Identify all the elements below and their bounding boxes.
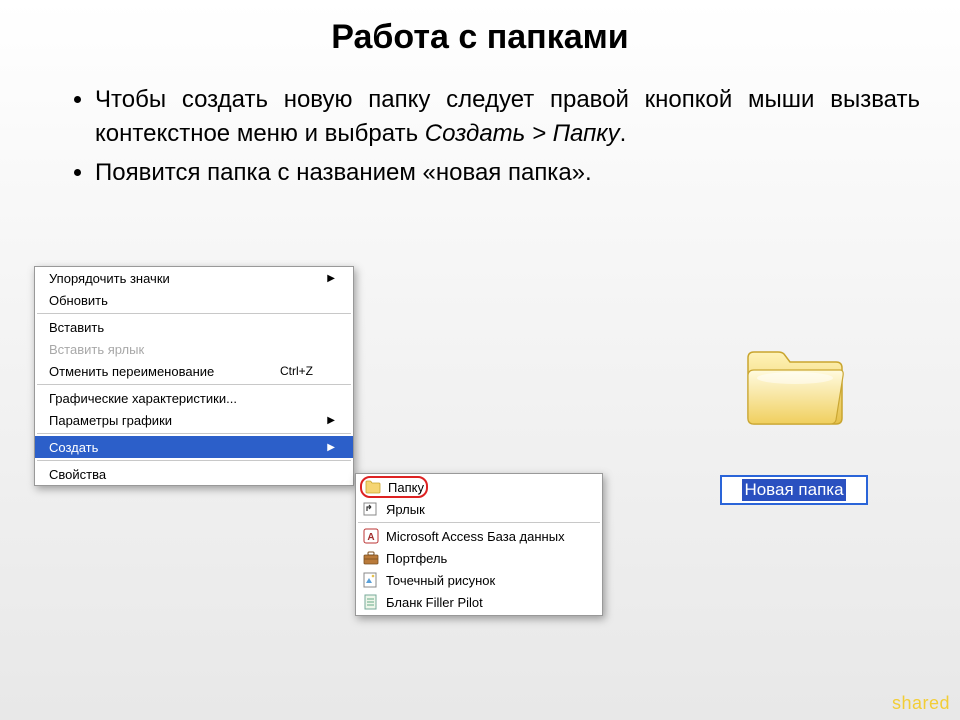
menu-item-label: Упорядочить значки xyxy=(49,271,170,286)
menu-item[interactable]: Упорядочить значки ▶ xyxy=(35,267,353,289)
submenu-arrow-icon: ▶ xyxy=(327,442,335,453)
menu-item-label: Параметры графики xyxy=(49,413,172,428)
submenu-arrow-icon: ▶ xyxy=(327,415,335,426)
menu-item[interactable]: Создать ▶ xyxy=(35,436,353,458)
submenu-item-label: Папку xyxy=(388,480,424,495)
menu-item-label: Графические характеристики... xyxy=(49,391,237,406)
submenu-item[interactable]: Бланк Filler Pilot xyxy=(356,591,602,613)
bullet-list: Чтобы создать новую папку следует правой… xyxy=(55,83,920,190)
highlight-ring: Папку xyxy=(360,476,428,498)
folder-icon-large xyxy=(740,340,850,430)
menu-separator xyxy=(37,384,351,385)
svg-text:A: A xyxy=(367,532,374,543)
menu-separator xyxy=(37,460,351,461)
page-title: Работа с папками xyxy=(0,0,960,57)
folder-icon xyxy=(364,479,382,495)
access-icon: A xyxy=(362,528,380,544)
menu-separator xyxy=(358,522,600,523)
submenu-item-label: Бланк Filler Pilot xyxy=(386,595,483,610)
menu-separator xyxy=(37,433,351,434)
bitmap-icon xyxy=(362,572,380,588)
menu-shortcut: Ctrl+Z xyxy=(280,364,313,378)
new-folder-name-text: Новая папка xyxy=(742,479,845,501)
watermark: myshared xyxy=(867,693,950,714)
menu-item-label: Вставить xyxy=(49,320,104,335)
context-menu: Упорядочить значки ▶ Обновить Вставить Встав… xyxy=(34,266,354,486)
menu-item-label: Вставить ярлык xyxy=(49,342,144,357)
menu-item-label: Обновить xyxy=(49,293,108,308)
submenu-item-label: Microsoft Access База данных xyxy=(386,529,565,544)
menu-item[interactable]: Параметры графики ▶ xyxy=(35,409,353,431)
menu-item-label: Отменить переименование xyxy=(49,364,214,379)
form-icon xyxy=(362,594,380,610)
menu-item[interactable]: Графические характеристики... xyxy=(35,387,353,409)
submenu-item[interactable]: Папку xyxy=(356,476,602,498)
bullet-item: Появится папка с названием «новая папка»… xyxy=(95,156,920,190)
menu-item-label: Свойства xyxy=(49,467,106,482)
submenu-item[interactable]: A Microsoft Access База данных xyxy=(356,525,602,547)
submenu-item-label: Ярлык xyxy=(386,502,425,517)
menu-item[interactable]: Вставить xyxy=(35,316,353,338)
submenu-item-label: Портфель xyxy=(386,551,447,566)
submenu-item[interactable]: Точечный рисунок xyxy=(356,569,602,591)
bullet-item: Чтобы создать новую папку следует правой… xyxy=(95,83,920,150)
submenu-arrow-icon: ▶ xyxy=(327,273,335,284)
submenu-item[interactable]: Портфель xyxy=(356,547,602,569)
briefcase-icon xyxy=(362,550,380,566)
menu-separator xyxy=(37,313,351,314)
create-submenu: Папку Ярлык A Microsoft Access База данных П… xyxy=(355,473,603,616)
submenu-item-label: Точечный рисунок xyxy=(386,573,495,588)
menu-item[interactable]: Отменить переименование Ctrl+Z xyxy=(35,360,353,382)
menu-item[interactable]: Свойства xyxy=(35,463,353,485)
menu-item-label: Создать xyxy=(49,440,98,455)
menu-item: Вставить ярлык xyxy=(35,338,353,360)
menu-item[interactable]: Обновить xyxy=(35,289,353,311)
new-folder-name-input[interactable]: Новая папка xyxy=(720,475,868,505)
submenu-item[interactable]: Ярлык xyxy=(356,498,602,520)
shortcut-icon xyxy=(362,501,380,517)
